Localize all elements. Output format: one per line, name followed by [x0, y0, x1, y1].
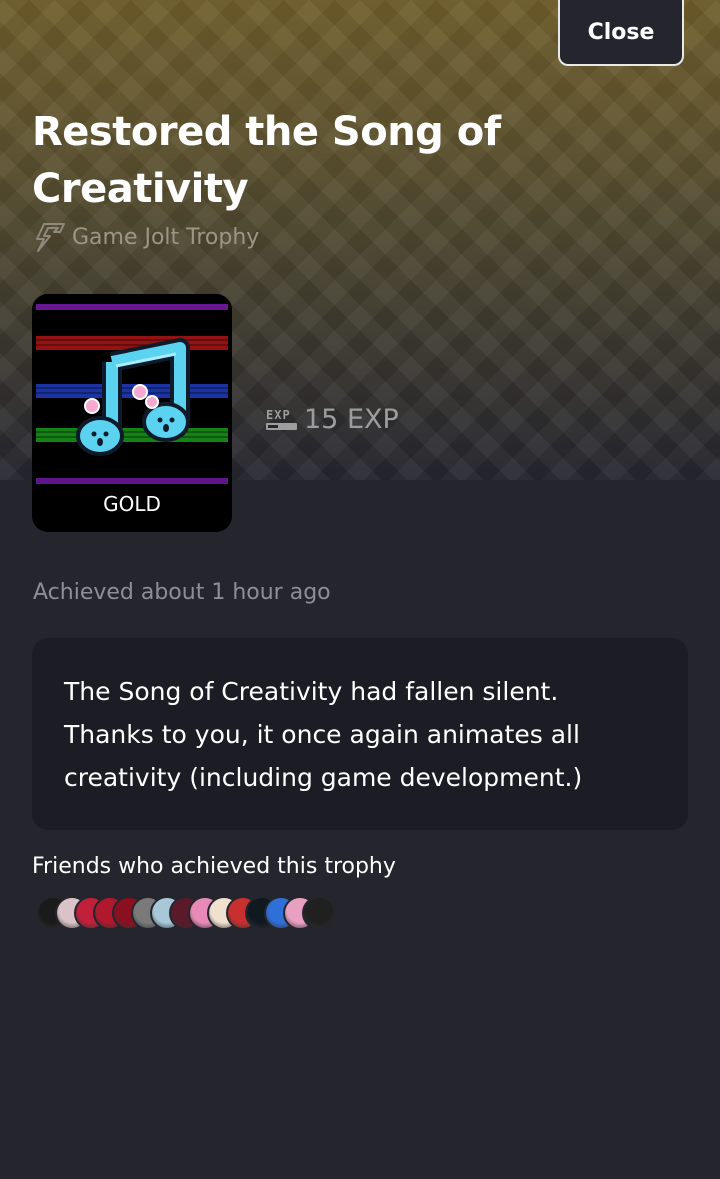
exp-icon: EXP [266, 408, 297, 430]
trophy-tier-label: GOLD [103, 492, 161, 516]
friends-heading: Friends who achieved this trophy [32, 854, 396, 879]
game-jolt-icon [36, 223, 65, 252]
exp-icon-label: EXP [266, 408, 291, 422]
trophy-description: The Song of Creativity had fallen silent… [64, 677, 583, 792]
trophy-source: Game Jolt Trophy [34, 222, 259, 252]
exp-reward: EXP 15 EXP [266, 404, 399, 435]
achieved-time: Achieved about 1 hour ago [33, 580, 331, 605]
exp-label: 15 EXP [304, 404, 399, 435]
trophy-image: GOLD [32, 294, 232, 532]
music-note-trophy-icon [32, 294, 232, 494]
close-button[interactable]: Close [558, 0, 684, 66]
trophy-title: Restored the Song of Creativity [32, 109, 501, 212]
trophy-description-card: The Song of Creativity had fallen silent… [32, 638, 688, 830]
friends-avatar-list[interactable] [36, 896, 356, 930]
trophy-source-label: Game Jolt Trophy [72, 224, 260, 250]
friend-avatar[interactable] [302, 896, 336, 930]
